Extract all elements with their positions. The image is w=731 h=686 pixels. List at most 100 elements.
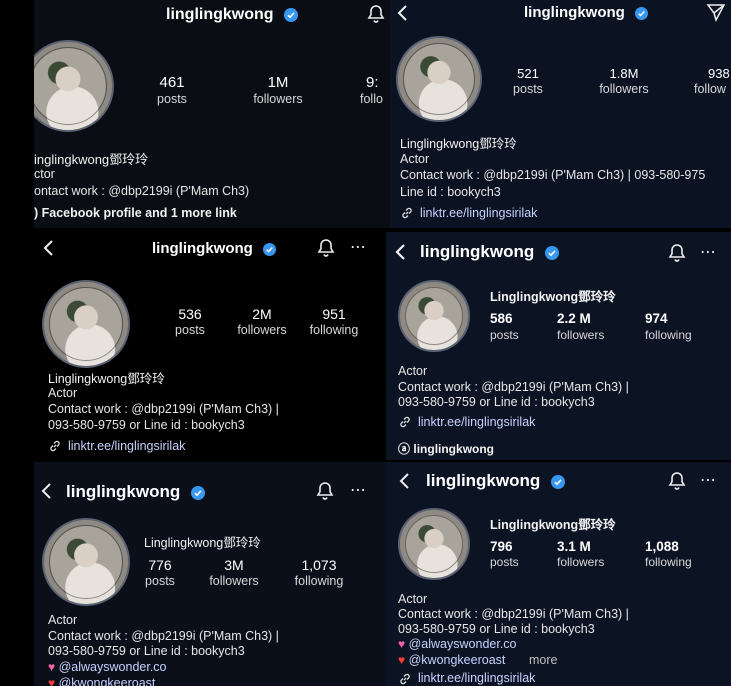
back-arrow-icon[interactable] — [396, 4, 408, 22]
more-options-icon[interactable]: ⋯ — [700, 470, 717, 490]
followers-count[interactable]: 3.1 M — [557, 539, 591, 554]
profile-link[interactable]: linktr.ee/linglingsirilak — [68, 439, 185, 453]
profile-avatar[interactable] — [396, 36, 482, 122]
profile-bio-line1: Contact work : @dbp2199i (P'Mam Ch3) | — [48, 629, 279, 643]
profile-link[interactable]: linktr.ee/linglingsirilak — [418, 671, 535, 685]
verified-icon — [635, 6, 648, 20]
more-options-icon[interactable]: ⋯ — [700, 242, 717, 262]
following-label[interactable]: following — [304, 323, 364, 337]
profile-fullname: Linglingkwong鄧玲玲 — [400, 137, 517, 151]
profile-link[interactable]: linktr.ee/linglingsirilak — [420, 206, 537, 220]
profile-category: Actor — [400, 152, 430, 166]
followers-label[interactable]: followers — [557, 555, 604, 569]
bio-link-1-text: @alwayswonder.co — [408, 637, 517, 651]
following-label[interactable]: follo — [360, 92, 390, 106]
profile-link[interactable]: ) Facebook profile and 1 more link — [34, 206, 237, 220]
username-text: linglingkwong — [166, 6, 274, 23]
bio-more-button[interactable]: more — [529, 653, 557, 667]
notification-bell-icon[interactable] — [367, 4, 385, 24]
profile-bio-line1: Contact work : @dbp2199i (P'Mam Ch3) | — [48, 402, 279, 416]
profile-avatar[interactable] — [398, 280, 470, 352]
profile-panel-3: linglingkwong ⋯ 536 posts 2M followers 9… — [34, 228, 384, 460]
profile-bio-line1: Contact work : @dbp2199i (P'Mam Ch3) | — [398, 380, 629, 394]
following-count[interactable]: 1,088 — [645, 539, 679, 554]
username-text: linglingkwong — [66, 482, 181, 501]
profile-bio-line2: 093-580-9759 or Line id : bookych3 — [48, 418, 245, 432]
profile-username: linglingkwong — [66, 482, 205, 502]
followers-label[interactable]: followers — [204, 574, 264, 588]
bio-link-1[interactable]: ♥ @alwayswonder.co — [398, 637, 517, 651]
username-text: linglingkwong — [426, 471, 541, 490]
following-label[interactable]: following — [288, 574, 350, 588]
notification-bell-icon[interactable] — [316, 481, 334, 501]
bio-link-1[interactable]: ♥ @alwayswonder.co — [48, 660, 167, 674]
following-count[interactable]: 9: — [366, 74, 390, 91]
back-arrow-icon[interactable] — [398, 472, 410, 490]
profile-username: linglingkwong — [420, 242, 559, 262]
followers-label[interactable]: followers — [594, 82, 654, 96]
profile-fullname: Linglingkwong鄧玲玲 — [490, 518, 616, 532]
bio-link-2[interactable]: ♥ @kwongkeeroast — [398, 653, 505, 667]
following-label[interactable]: following — [645, 328, 692, 342]
bio-link-2[interactable]: ♥ @kwongkeeroast — [48, 676, 155, 686]
username-text: linglingkwong — [420, 242, 535, 261]
profile-category: Actor — [398, 364, 428, 378]
notification-bell-icon[interactable] — [317, 238, 335, 258]
posts-count: 796 — [490, 539, 513, 554]
profile-avatar[interactable] — [42, 518, 130, 606]
profile-username: linglingkwong — [152, 240, 276, 257]
bio-link-2-text: @kwongkeeroast — [408, 653, 506, 667]
profile-category: Actor — [48, 613, 78, 627]
followers-label[interactable]: followers — [232, 323, 292, 337]
following-count[interactable]: 974 — [645, 311, 668, 326]
notification-bell-icon[interactable] — [668, 471, 686, 491]
back-arrow-icon[interactable] — [42, 239, 54, 257]
threads-handle: linglingkwong — [413, 442, 495, 456]
threads-badge[interactable]: ⓐ linglingkwong — [398, 440, 494, 457]
profile-avatar[interactable] — [42, 280, 130, 368]
posts-count: 536 — [178, 306, 202, 322]
profile-fullname: inglingkwong鄧玲玲 — [34, 152, 149, 167]
red-heart-icon: ♥ — [398, 653, 406, 667]
posts-label: posts — [490, 328, 519, 342]
followers-count[interactable]: 2.2 M — [557, 311, 591, 326]
profile-bio-line2: Line id : bookych3 — [400, 185, 501, 199]
profile-fullname: Linglingkwong鄧玲玲 — [144, 536, 261, 550]
followers-count[interactable]: 2M — [232, 306, 292, 322]
following-count[interactable]: 938 — [708, 66, 731, 81]
following-count[interactable]: 1,073 — [288, 557, 350, 573]
bio-link-1-text: @alwayswonder.co — [58, 660, 167, 674]
followers-count[interactable]: 1.8M — [594, 66, 654, 81]
following-label[interactable]: follow — [694, 82, 731, 96]
posts-count: 521 — [517, 66, 539, 81]
profile-avatar[interactable] — [398, 508, 470, 580]
profile-bio: ontact work : @dbp2199i (P'Mam Ch3) — [34, 184, 250, 198]
profile-bio-line2: 093-580-9759 or Line id : bookych3 — [398, 395, 595, 409]
back-arrow-icon[interactable] — [40, 482, 52, 500]
notification-bell-icon[interactable] — [668, 243, 686, 263]
link-icon — [400, 416, 410, 428]
more-options-icon[interactable]: ⋯ — [350, 480, 367, 500]
more-options-icon[interactable]: ⋯ — [350, 237, 367, 257]
following-label[interactable]: following — [645, 555, 692, 569]
following-count[interactable]: 951 — [308, 306, 360, 322]
pink-heart-icon: ♥ — [48, 660, 56, 674]
posts-count: 776 — [148, 557, 172, 573]
followers-count[interactable]: 3M — [204, 557, 264, 573]
profile-bio-line2: 093-580-9759 or Line id : bookych3 — [48, 644, 245, 658]
username-text: linglingkwong — [152, 240, 253, 257]
profile-category: ctor — [34, 167, 55, 181]
followers-label[interactable]: followers — [557, 328, 604, 342]
threads-icon: ⓐ — [398, 442, 411, 456]
back-arrow-icon[interactable] — [394, 243, 406, 261]
profile-link[interactable]: linktr.ee/linglingsirilak — [418, 415, 535, 429]
followers-label[interactable]: followers — [248, 92, 308, 106]
posts-label: posts — [513, 82, 543, 96]
profile-username: linglingkwong — [524, 4, 648, 21]
profile-username: linglingkwong — [166, 6, 298, 24]
send-icon[interactable] — [706, 2, 726, 22]
profile-category: Actor — [48, 386, 78, 400]
profile-panel-4: linglingkwong ⋯ Linglingkwong鄧玲玲 586 pos… — [386, 232, 731, 460]
profile-avatar[interactable] — [34, 40, 114, 132]
followers-count[interactable]: 1M — [248, 74, 308, 91]
